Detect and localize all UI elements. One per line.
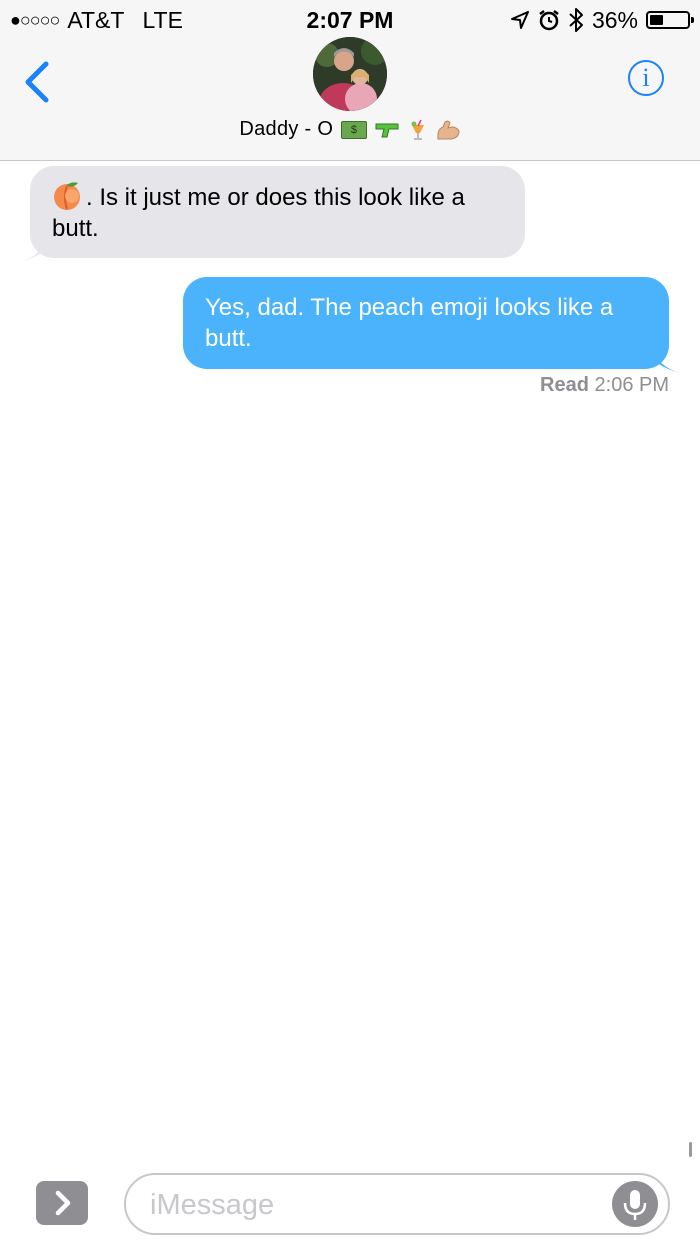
battery-level-fill — [650, 15, 663, 25]
contact-name: Daddy - O — [239, 118, 334, 140]
peach-icon — [54, 182, 80, 210]
battery-percent: 36% — [591, 7, 638, 33]
apps-drawer-button[interactable] — [36, 1181, 88, 1225]
outgoing-message-bubble[interactable]: Yes, dad. The peach emoji looks like a b… — [183, 277, 669, 369]
read-label: Read — [540, 374, 589, 396]
location-arrow-icon — [510, 11, 529, 29]
incoming-message-bubble[interactable]: . Is it just me or does this look like a… — [30, 166, 525, 258]
read-receipt: Read 2:06 PM — [540, 374, 669, 397]
info-button[interactable]: i — [628, 60, 664, 96]
status-right: 36% — [510, 0, 694, 40]
bluetooth-icon — [569, 8, 583, 32]
water-gun-icon — [375, 123, 399, 138]
avatar-photo — [313, 37, 387, 111]
chevron-right-icon — [55, 1190, 71, 1216]
info-icon: i — [642, 63, 650, 92]
money-bill-icon: $ — [341, 120, 368, 139]
outgoing-message-text: Yes, dad. The peach emoji looks like a b… — [205, 294, 614, 352]
message-input-field[interactable] — [124, 1173, 670, 1235]
read-time: 2:06 PM — [594, 374, 669, 396]
chevron-left-icon — [25, 61, 49, 103]
contact-name-row[interactable]: Daddy - O $ — [0, 118, 700, 141]
back-button[interactable] — [20, 60, 56, 104]
incoming-message-text: . Is it just me or does this look like a… — [52, 184, 465, 242]
battery-icon — [646, 11, 694, 29]
conversation-header: ●○○○○ AT&T LTE 2:07 PM 36% i Daddy - O $ — [0, 0, 700, 161]
message-input[interactable] — [148, 1183, 592, 1227]
status-bar: ●○○○○ AT&T LTE 2:07 PM 36% — [0, 0, 700, 40]
contact-avatar[interactable] — [313, 37, 387, 111]
alarm-clock-icon — [539, 10, 559, 31]
flexed-biceps-icon — [437, 120, 460, 140]
dictation-button[interactable] — [612, 1181, 658, 1227]
microphone-icon — [623, 1190, 647, 1220]
scroll-indicator[interactable] — [689, 1142, 692, 1157]
tropical-drink-icon — [411, 119, 424, 140]
